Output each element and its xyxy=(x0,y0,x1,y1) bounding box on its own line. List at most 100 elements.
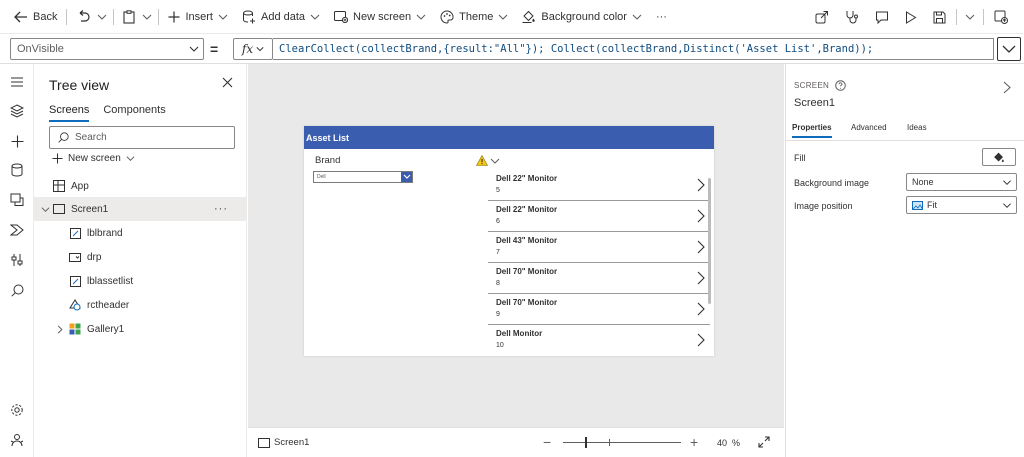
theme-button[interactable]: Theme xyxy=(433,0,515,34)
comments-button[interactable] xyxy=(867,0,897,34)
help-icon[interactable] xyxy=(835,80,846,91)
chevron-right-icon[interactable] xyxy=(697,333,705,347)
plus-icon xyxy=(168,11,180,22)
share-button[interactable] xyxy=(807,0,837,34)
publish-button[interactable] xyxy=(986,0,1016,34)
tab-ideas[interactable]: Ideas xyxy=(907,123,927,136)
more-commands-button[interactable]: ··· xyxy=(649,0,674,34)
screen-selector[interactable]: Screen1 xyxy=(258,437,309,448)
close-icon[interactable] xyxy=(222,77,233,88)
chevron-down-icon[interactable] xyxy=(142,12,152,22)
background-color-button[interactable]: Background color xyxy=(515,0,649,34)
zoom-out-button[interactable]: − xyxy=(543,434,551,450)
tree-item-lblbrand[interactable]: lblbrand xyxy=(34,221,246,245)
data-icon[interactable] xyxy=(9,162,25,178)
virtual-agent-icon[interactable] xyxy=(9,432,25,448)
search-icon[interactable] xyxy=(9,282,25,298)
fill-label: Fill xyxy=(794,153,806,163)
gallery-row[interactable]: Dell 70" Monitor 9 xyxy=(488,294,710,325)
gallery-row[interactable]: Dell 70" Monitor 8 xyxy=(488,263,710,294)
zoom-slider[interactable] xyxy=(563,437,681,448)
image-position-dropdown[interactable]: Fit xyxy=(906,196,1017,214)
chevron-down-icon xyxy=(310,14,320,20)
chevron-right-icon[interactable] xyxy=(697,271,705,285)
chevron-right-icon[interactable] xyxy=(697,178,705,192)
chevron-down-icon[interactable] xyxy=(490,158,500,165)
dropdown-button xyxy=(401,172,412,182)
search-placeholder: Search xyxy=(75,132,107,143)
zoom-slider-thumb[interactable] xyxy=(585,437,587,448)
add-data-button[interactable]: Add data xyxy=(235,0,327,34)
chevron-down-icon[interactable] xyxy=(41,205,50,214)
function-button[interactable]: fx xyxy=(233,38,273,60)
settings-icon[interactable] xyxy=(9,402,25,418)
zoom-in-button[interactable]: + xyxy=(690,434,698,450)
gallery-row[interactable]: Dell Monitor 10 xyxy=(488,325,710,356)
save-button[interactable] xyxy=(925,0,954,34)
gallery-row[interactable]: Dell 22" Monitor 6 xyxy=(488,201,710,232)
property-value: OnVisible xyxy=(17,43,64,55)
chevron-down-icon[interactable] xyxy=(965,12,975,22)
formula-input[interactable]: ClearCollect(collectBrand,{result:"All"}… xyxy=(273,38,994,60)
undo-button[interactable] xyxy=(69,0,97,34)
chevron-right-icon[interactable] xyxy=(56,325,64,334)
tree-item-drp[interactable]: drp xyxy=(34,245,246,269)
more-options-button[interactable]: ··· xyxy=(214,203,228,215)
tree-new-screen-button[interactable]: New screen xyxy=(52,153,135,164)
app-screen-preview[interactable]: Asset List Brand Dell Dell 22" Monitor 5… xyxy=(304,126,714,356)
insert-button[interactable]: Insert xyxy=(161,0,235,34)
chevron-right-icon[interactable] xyxy=(1003,81,1011,94)
tab-properties[interactable]: Properties xyxy=(792,123,832,138)
tree-view-icon[interactable] xyxy=(9,103,25,119)
preview-button[interactable] xyxy=(897,0,925,34)
properties-panel: SCREEN Screen1 Properties Advanced Ideas… xyxy=(785,64,1024,457)
brand-dropdown[interactable]: Dell xyxy=(313,171,413,183)
gallery-row[interactable]: Dell 43" Monitor 7 xyxy=(488,232,710,263)
tree-item-rctheader[interactable]: rctheader xyxy=(34,293,246,317)
background-image-dropdown[interactable]: None xyxy=(906,173,1017,191)
tree-item-lblassetlist[interactable]: lblassetlist xyxy=(34,269,246,293)
equals-sign: = xyxy=(210,41,219,57)
zoom-unit: % xyxy=(732,438,741,448)
tab-components[interactable]: Components xyxy=(103,104,165,122)
fill-color-picker[interactable] xyxy=(982,148,1016,166)
insert-icon[interactable] xyxy=(9,133,25,149)
current-screen-label: Screen1 xyxy=(274,437,310,448)
chevron-right-icon[interactable] xyxy=(697,302,705,316)
chevron-down-icon[interactable] xyxy=(97,12,107,22)
header-bar[interactable]: Asset List xyxy=(304,126,714,149)
tree-search-input[interactable]: Search xyxy=(49,126,235,149)
paste-button[interactable] xyxy=(116,0,142,34)
chevron-right-icon[interactable] xyxy=(697,240,705,254)
gallery-scrollbar[interactable] xyxy=(708,178,711,304)
divider xyxy=(66,8,68,25)
warning-icon[interactable] xyxy=(476,155,488,166)
advanced-tools-icon[interactable] xyxy=(9,252,25,268)
media-icon[interactable] xyxy=(9,192,25,208)
gallery-row-title: Dell 22" Monitor xyxy=(496,174,558,183)
tree-item-screen1[interactable]: Screen1 ··· xyxy=(34,197,246,221)
tree-item-app[interactable]: App xyxy=(34,174,246,198)
fit-to-window-icon[interactable] xyxy=(758,436,770,448)
new-screen-button[interactable]: New screen xyxy=(327,0,433,34)
gallery-row-title: Dell 22" Monitor xyxy=(496,205,558,214)
chevron-down-icon xyxy=(403,174,410,179)
control-name: Screen1 xyxy=(794,97,835,109)
zoom-value: 40 xyxy=(717,438,728,448)
chevron-right-icon[interactable] xyxy=(697,209,705,223)
chevron-down-icon xyxy=(126,156,135,162)
tab-advanced[interactable]: Advanced xyxy=(851,123,887,136)
property-dropdown[interactable]: OnVisible xyxy=(10,38,204,60)
back-button[interactable]: Back xyxy=(0,0,64,34)
app-checker-button[interactable] xyxy=(837,0,867,34)
hamburger-menu-icon[interactable] xyxy=(9,74,25,90)
ellipsis-icon: ··· xyxy=(655,10,667,23)
power-automate-icon[interactable] xyxy=(9,222,25,238)
gallery-row[interactable]: Dell 22" Monitor 5 xyxy=(488,170,710,201)
expand-formula-button[interactable] xyxy=(997,37,1021,61)
tab-screens[interactable]: Screens xyxy=(49,104,90,122)
chevron-down-icon xyxy=(1003,203,1011,209)
tree-item-gallery1[interactable]: Gallery1 xyxy=(34,317,246,341)
gallery1[interactable]: Dell 22" Monitor 5 Dell 22" Monitor 6 De… xyxy=(488,170,714,356)
brand-label[interactable]: Brand xyxy=(315,155,340,166)
